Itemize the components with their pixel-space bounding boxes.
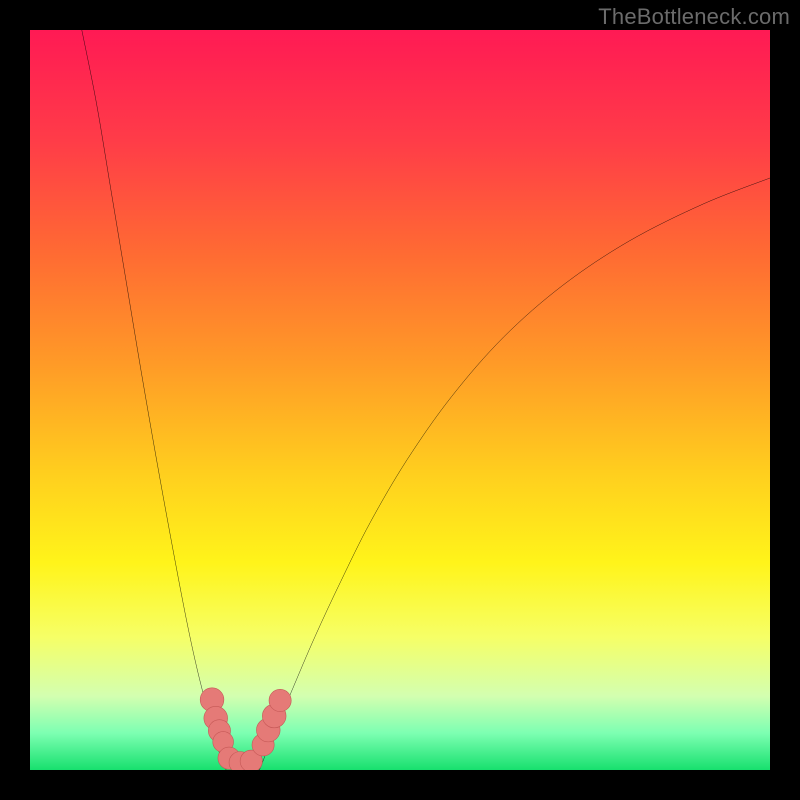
watermark-text: TheBottleneck.com	[598, 4, 790, 30]
bottleneck-chart	[30, 30, 770, 770]
marker-right-cluster-top	[269, 689, 291, 711]
gradient-background	[30, 30, 770, 770]
outer-black-frame: TheBottleneck.com	[0, 0, 800, 800]
